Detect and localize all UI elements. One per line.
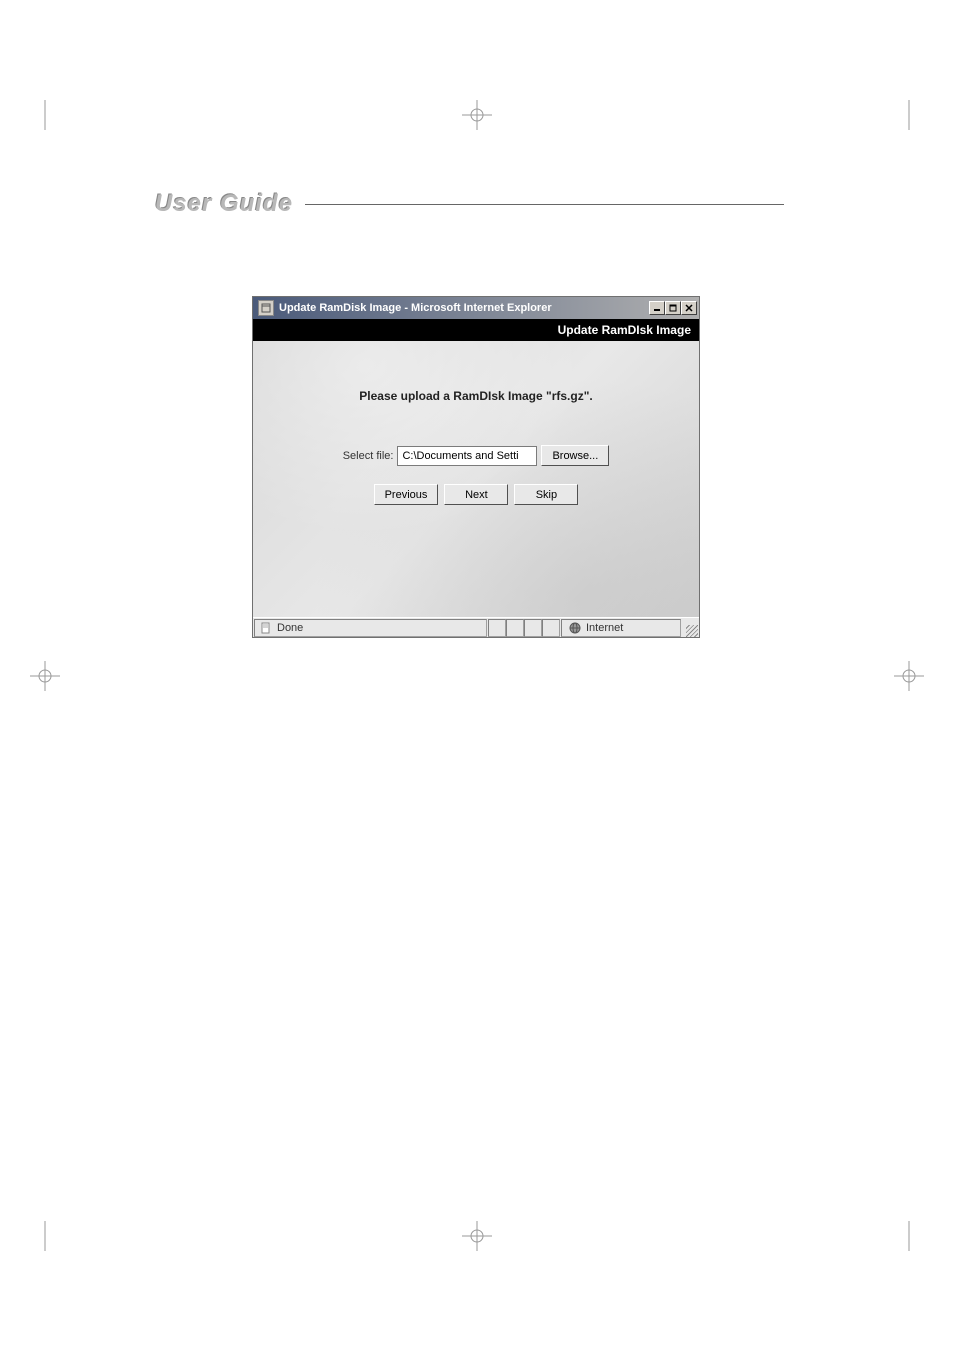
resize-grip[interactable] [682, 619, 698, 637]
button-row: Previous Next Skip [273, 484, 679, 505]
ie-icon [258, 300, 274, 316]
minimize-button[interactable] [649, 301, 665, 315]
content-body: Please upload a RamDIsk Image "rfs.gz". … [253, 341, 699, 619]
internet-zone-icon [568, 621, 582, 635]
maximize-button[interactable] [665, 301, 681, 315]
previous-button[interactable]: Previous [374, 484, 439, 505]
status-cells [488, 618, 560, 638]
status-left: Done [254, 619, 487, 637]
content-header: Update RamDIsk Image [253, 319, 699, 341]
status-cell [542, 619, 560, 637]
file-input[interactable] [397, 446, 537, 466]
upload-prompt: Please upload a RamDIsk Image "rfs.gz". [273, 389, 679, 403]
status-cell [488, 619, 506, 637]
page-title: User Guide [155, 190, 293, 218]
titlebar-controls [649, 301, 697, 315]
status-text: Done [277, 622, 303, 634]
window-title: Update RamDisk Image - Microsoft Interne… [277, 302, 649, 314]
browser-window: Update RamDisk Image - Microsoft Interne… [252, 296, 700, 638]
file-row: Select file: Browse... [273, 445, 679, 466]
document-icon [259, 621, 273, 635]
page-header: User Guide [155, 190, 784, 218]
statusbar: Done Internet [253, 617, 699, 637]
zone-text: Internet [586, 622, 623, 634]
status-cell [524, 619, 542, 637]
header-line [305, 204, 784, 205]
titlebar[interactable]: Update RamDisk Image - Microsoft Interne… [253, 297, 699, 319]
browse-button[interactable]: Browse... [541, 445, 609, 466]
status-cell [506, 619, 524, 637]
close-button[interactable] [681, 301, 697, 315]
security-zone: Internet [561, 619, 681, 637]
skip-button[interactable]: Skip [514, 484, 578, 505]
next-button[interactable]: Next [444, 484, 508, 505]
file-label: Select file: [343, 450, 394, 462]
